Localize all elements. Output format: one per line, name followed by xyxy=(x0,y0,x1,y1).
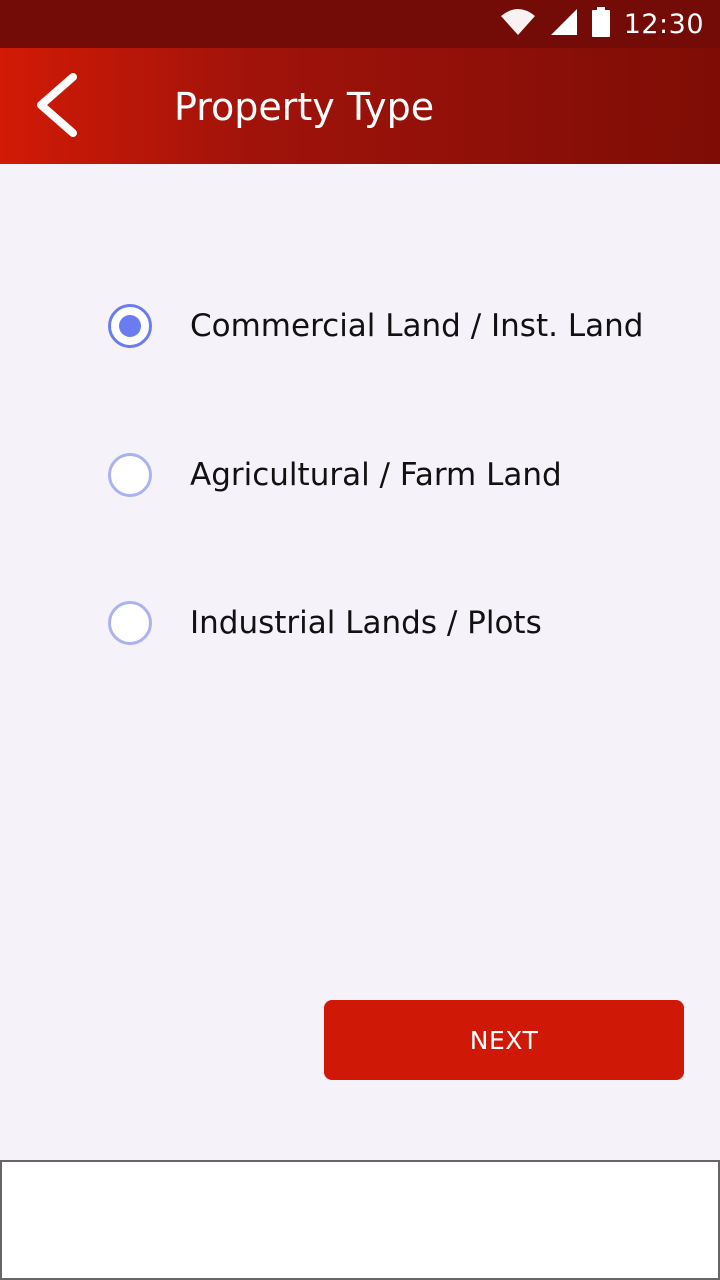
app-bar: Property Type xyxy=(0,48,720,164)
radio-button-checked[interactable] xyxy=(108,304,152,348)
option-label: Industrial Lands / Plots xyxy=(190,605,542,641)
radio-button-unchecked[interactable] xyxy=(108,453,152,497)
option-industrial-lands[interactable]: Industrial Lands / Plots xyxy=(108,597,542,649)
status-icons: 12:30 xyxy=(500,0,704,48)
next-button[interactable]: NEXT xyxy=(324,1000,684,1080)
cell-signal-icon xyxy=(550,8,578,40)
option-agricultural-land[interactable]: Agricultural / Farm Land xyxy=(108,449,562,501)
battery-icon xyxy=(591,7,610,41)
status-bar: 12:30 xyxy=(0,0,720,48)
option-commercial-land[interactable]: Commercial Land / Inst. Land xyxy=(108,300,643,352)
bottom-ad-panel xyxy=(0,1160,720,1280)
radio-button-unchecked[interactable] xyxy=(108,601,152,645)
wifi-icon xyxy=(500,8,536,40)
status-time: 12:30 xyxy=(623,8,704,40)
chevron-left-icon xyxy=(33,72,81,142)
back-button[interactable] xyxy=(22,72,92,142)
option-label: Commercial Land / Inst. Land xyxy=(190,308,644,344)
page-title: Property Type xyxy=(174,85,435,129)
option-label: Agricultural / Farm Land xyxy=(190,457,562,493)
